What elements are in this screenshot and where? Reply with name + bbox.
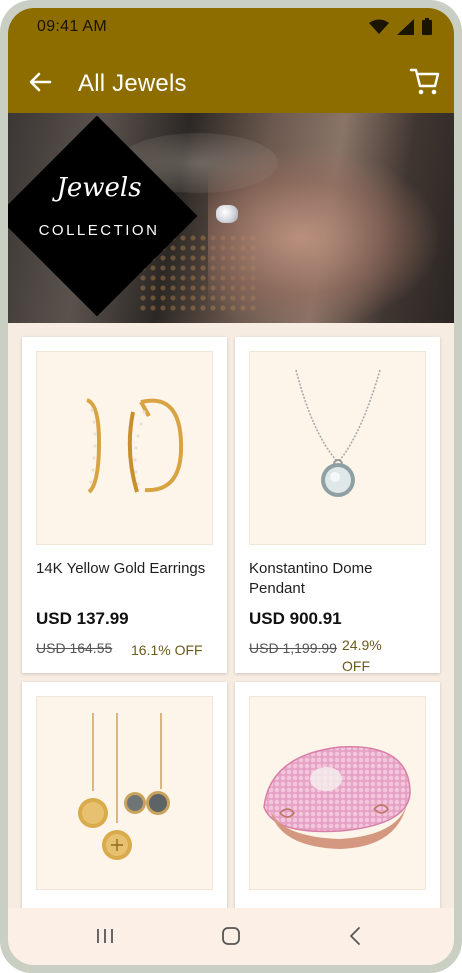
app-bar: All Jewels (8, 48, 454, 113)
collection-logo-script: Jewels (56, 173, 142, 203)
shopping-cart-icon[interactable] (408, 64, 442, 98)
product-card[interactable] (22, 682, 227, 922)
wifi-icon (369, 19, 389, 34)
product-original-price: USD 164.55 (36, 640, 113, 656)
product-price: USD 137.99 (36, 609, 129, 628)
product-card[interactable]: 14K Yellow Gold Earrings USD 137.99 USD … (22, 337, 227, 673)
banner-gem (216, 205, 238, 223)
cellular-signal-icon (397, 18, 414, 35)
product-card[interactable] (235, 682, 440, 922)
collection-logo-caption: COLLECTION (38, 222, 160, 239)
product-image-earrings (36, 351, 213, 545)
product-discount: 16.1% OFF (131, 642, 203, 658)
battery-icon (422, 18, 432, 35)
product-image-lockets (36, 696, 213, 890)
system-navigation-bar (8, 908, 454, 965)
status-icons (369, 18, 432, 35)
status-bar: 09:41 AM (8, 8, 454, 48)
product-name: Konstantino Dome Pendant (249, 560, 373, 597)
banner-hands-photo (208, 148, 438, 323)
recent-apps-icon[interactable] (93, 924, 117, 948)
device-frame: 09:41 AM All Jewels Jewels COLLECTION 14… (0, 0, 462, 973)
back-icon[interactable] (344, 924, 368, 948)
status-time: 09:41 AM (37, 18, 108, 35)
collection-banner[interactable]: Jewels COLLECTION (8, 113, 454, 323)
home-icon[interactable] (219, 924, 243, 948)
product-original-price: USD 1,199.99 (249, 640, 337, 656)
arrow-left-icon[interactable] (26, 68, 54, 96)
product-image-ring (249, 696, 426, 890)
product-discount: 24.9% OFF (342, 637, 382, 674)
screen: 09:41 AM All Jewels Jewels COLLECTION 14… (8, 8, 454, 965)
product-name: 14K Yellow Gold Earrings (36, 560, 206, 577)
product-card[interactable]: Konstantino Dome Pendant USD 900.91 USD … (235, 337, 440, 674)
product-image-pendant (249, 351, 426, 545)
page-title: All Jewels (78, 70, 187, 97)
product-price: USD 900.91 (249, 609, 342, 628)
